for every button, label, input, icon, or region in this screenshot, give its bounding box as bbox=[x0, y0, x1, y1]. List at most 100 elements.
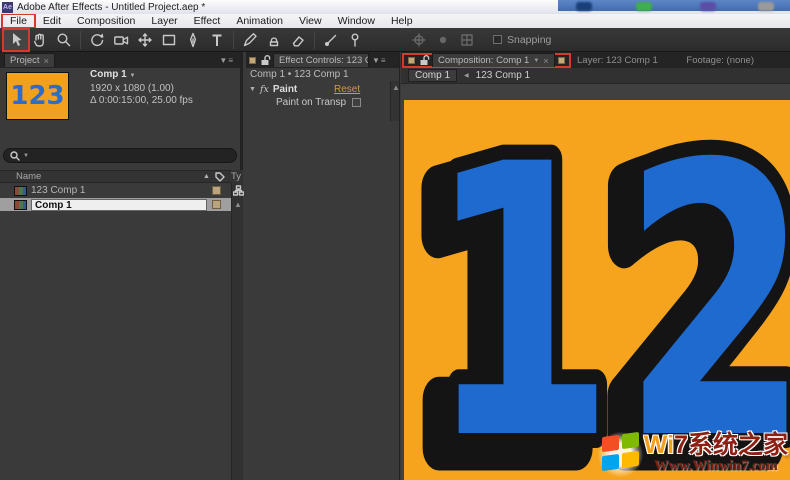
effect-controls-scrollbar[interactable]: ▲ bbox=[390, 81, 399, 121]
lock-icon[interactable] bbox=[418, 54, 430, 66]
composition-breadcrumb: Comp 1 ◀ 123 Comp 1 bbox=[401, 68, 790, 84]
close-icon[interactable]: × bbox=[44, 54, 49, 68]
fx-badge: fx bbox=[260, 84, 269, 95]
search-icon bbox=[9, 150, 21, 162]
info-comp-name: Comp 1 ▼ bbox=[90, 69, 193, 83]
column-type[interactable]: Ty bbox=[231, 170, 243, 183]
tab-project[interactable]: Project × bbox=[4, 53, 55, 67]
column-name[interactable]: Name bbox=[16, 171, 41, 182]
menu-effect[interactable]: Effect bbox=[186, 14, 229, 28]
roto-brush-tool-icon[interactable] bbox=[319, 30, 343, 50]
composition-viewer[interactable]: 123 123 Wi7系统之家 bbox=[401, 84, 790, 480]
hand-tool-icon[interactable] bbox=[28, 30, 52, 50]
desktop-icon-blob bbox=[636, 2, 652, 11]
label-color-swatch[interactable] bbox=[212, 200, 221, 209]
comp-artwork-123: 123 123 bbox=[404, 128, 790, 480]
item-name-field[interactable]: Comp 1 bbox=[31, 199, 207, 211]
composition-icon bbox=[14, 200, 27, 210]
pan-behind-tool-icon[interactable] bbox=[133, 30, 157, 50]
effect-controls-breadcrumb: Comp 1 • 123 Comp 1 bbox=[246, 68, 399, 81]
flowchart-icon bbox=[233, 185, 244, 196]
effect-paint-row[interactable]: ▼ fx Paint Reset bbox=[246, 83, 391, 96]
label-column-icon[interactable] bbox=[214, 171, 225, 182]
composition-icon bbox=[14, 186, 27, 196]
scroll-up-icon[interactable]: ▲ bbox=[234, 200, 242, 209]
snapping-control[interactable]: Snapping bbox=[493, 34, 551, 46]
desktop-background-sliver bbox=[558, 0, 790, 11]
zoom-tool-icon[interactable] bbox=[52, 30, 76, 50]
menu-help[interactable]: Help bbox=[383, 14, 421, 28]
panel-grabber[interactable] bbox=[408, 57, 415, 64]
desktop-icon-blob bbox=[758, 2, 774, 11]
breadcrumb-arrow-icon: ◀ bbox=[464, 72, 469, 79]
annotation-box-composition-tab: Composition: Comp 1 ▼ × bbox=[402, 53, 571, 68]
paint-on-transparent-checkbox[interactable] bbox=[352, 98, 361, 107]
lock-icon[interactable] bbox=[259, 54, 271, 66]
search-input[interactable]: ▼ bbox=[3, 148, 237, 163]
twirl-open-icon[interactable]: ▼ bbox=[249, 86, 256, 93]
search-options-icon[interactable]: ▼ bbox=[23, 153, 29, 159]
breadcrumb-parent[interactable]: 123 Comp 1 bbox=[476, 70, 530, 81]
breadcrumb-current[interactable]: Comp 1 bbox=[408, 69, 457, 82]
panel-menu-icon[interactable]: ▼≡ bbox=[372, 56, 387, 65]
menu-composition[interactable]: Composition bbox=[69, 14, 143, 28]
panel-menu-icon[interactable]: ▼≡ bbox=[219, 56, 234, 65]
param-label: Paint on Transp bbox=[276, 97, 346, 108]
effect-controls-tabbar: Effect Controls: 123 C ▼≡ bbox=[246, 52, 399, 68]
tab-composition[interactable]: Composition: Comp 1 ▼ × bbox=[432, 53, 555, 67]
menu-view[interactable]: View bbox=[291, 14, 330, 28]
workspace: Project × ▼≡ 123 Comp 1 ▼ 1920 x 1080 (1… bbox=[0, 52, 790, 480]
project-row-comp-1[interactable]: Comp 1 bbox=[0, 198, 231, 211]
panel-grabber[interactable] bbox=[558, 57, 565, 64]
type-tool-icon[interactable] bbox=[205, 30, 229, 50]
close-icon[interactable]: × bbox=[543, 54, 548, 68]
watermark-url: Www.Winwin7.com bbox=[644, 458, 788, 475]
clone-stamp-tool-icon[interactable] bbox=[262, 30, 286, 50]
toolbar-separator bbox=[314, 31, 315, 49]
menu-layer[interactable]: Layer bbox=[143, 14, 185, 28]
reset-link[interactable]: Reset bbox=[334, 84, 360, 95]
snapping-checkbox[interactable] bbox=[493, 35, 502, 44]
windows-logo-icon bbox=[598, 430, 644, 478]
menu-edit[interactable]: Edit bbox=[35, 14, 69, 28]
menu-animation[interactable]: Animation bbox=[228, 14, 291, 28]
chevron-down-icon[interactable]: ▼ bbox=[129, 73, 135, 79]
toolbar-separator bbox=[233, 31, 234, 49]
menu-file[interactable]: File bbox=[2, 14, 35, 28]
puppet-pin-tool-icon[interactable] bbox=[343, 30, 367, 50]
title-bar: Ae Adobe After Effects - Untitled Projec… bbox=[0, 0, 790, 14]
project-column-headers[interactable]: Name ▲ bbox=[0, 170, 231, 183]
axis-mode-world-icon bbox=[431, 30, 455, 50]
pen-tool-icon[interactable] bbox=[181, 30, 205, 50]
project-panel: Project × ▼≡ 123 Comp 1 ▼ 1920 x 1080 (1… bbox=[0, 52, 243, 480]
composition-thumbnail[interactable]: 123 bbox=[6, 72, 69, 120]
tab-layer[interactable]: Layer: 123 Comp 1 bbox=[577, 55, 658, 66]
project-item-info: Comp 1 ▼ 1920 x 1080 (1.00) Δ 0:00:15:00… bbox=[90, 69, 193, 108]
project-scrollbar[interactable]: ▲ bbox=[231, 183, 243, 480]
composition-canvas[interactable]: 123 123 Wi7系统之家 bbox=[404, 100, 790, 480]
tab-effect-controls[interactable]: Effect Controls: 123 C bbox=[273, 53, 369, 67]
brush-tool-icon[interactable] bbox=[238, 30, 262, 50]
label-color-swatch[interactable] bbox=[212, 186, 221, 195]
selection-tool-icon[interactable] bbox=[4, 30, 28, 50]
chevron-down-icon[interactable]: ▼ bbox=[533, 54, 539, 68]
desktop-icon-blob bbox=[576, 2, 592, 11]
info-duration: Δ 0:00:15:00, 25.00 fps bbox=[90, 95, 193, 108]
panel-grabber[interactable] bbox=[249, 57, 256, 64]
rotation-tool-icon[interactable] bbox=[85, 30, 109, 50]
scroll-up-icon[interactable]: ▲ bbox=[392, 83, 400, 92]
menu-bar: File Edit Composition Layer Effect Anima… bbox=[0, 14, 790, 28]
sort-icon: ▲ bbox=[203, 173, 210, 180]
mask-shape-tool-icon[interactable] bbox=[157, 30, 181, 50]
camera-tool-icon[interactable] bbox=[109, 30, 133, 50]
menu-window[interactable]: Window bbox=[330, 14, 383, 28]
eraser-tool-icon[interactable] bbox=[286, 30, 310, 50]
digits-main: 123 bbox=[427, 128, 790, 480]
info-dimensions: 1920 x 1080 (1.00) bbox=[90, 83, 193, 96]
tab-footage[interactable]: Footage: (none) bbox=[686, 55, 754, 66]
watermark: Wi7系统之家 Www.Winwin7.com bbox=[598, 430, 788, 478]
window-title: Adobe After Effects - Untitled Project.a… bbox=[17, 2, 205, 13]
effect-name: Paint bbox=[273, 84, 297, 95]
composition-panel: Composition: Comp 1 ▼ × Layer: 123 Comp … bbox=[401, 52, 790, 480]
project-row-123-comp-1[interactable]: 123 Comp 1 bbox=[0, 184, 231, 197]
